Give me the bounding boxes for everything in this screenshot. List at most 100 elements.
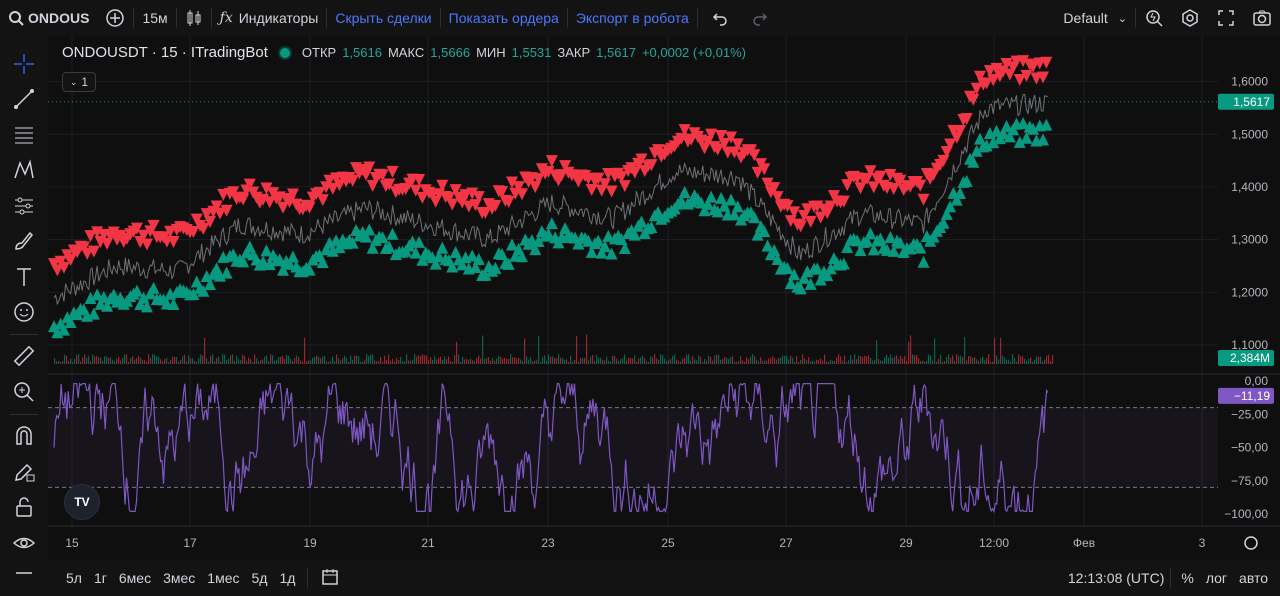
emoji-tool[interactable] xyxy=(6,294,42,329)
volume-bar xyxy=(300,360,302,364)
range-button[interactable]: 5д xyxy=(245,570,273,586)
volume-bar xyxy=(446,359,448,364)
volume-bar xyxy=(530,357,532,364)
volume-bar xyxy=(538,336,540,364)
volume-bar xyxy=(500,356,502,364)
range-button[interactable]: 3мес xyxy=(157,570,201,586)
volume-bar xyxy=(240,359,242,364)
brush-tool[interactable] xyxy=(6,223,42,258)
hide-trades-button[interactable]: Скрыть сделки xyxy=(327,0,439,36)
snapshot-button[interactable] xyxy=(1244,0,1280,36)
volume-bar xyxy=(164,359,166,364)
visibility-tool[interactable] xyxy=(6,525,42,560)
crosshair-tool[interactable] xyxy=(6,46,42,81)
volume-bar xyxy=(344,355,346,364)
range-button[interactable]: 1г xyxy=(88,570,113,586)
buy-marker xyxy=(725,193,738,206)
volume-bar xyxy=(248,357,250,364)
volume-bar xyxy=(128,361,130,364)
zoom-tool[interactable] xyxy=(6,374,42,409)
buy-marker xyxy=(436,241,449,254)
fullscreen-icon xyxy=(1218,10,1234,26)
volume-bar xyxy=(258,361,260,364)
tradingview-logo[interactable]: TV xyxy=(64,484,100,520)
lock-tool[interactable] xyxy=(6,490,42,525)
interval-button[interactable]: 15м xyxy=(134,0,175,36)
volume-bar xyxy=(1000,337,1002,364)
volume-bar xyxy=(502,358,504,364)
volume-bar xyxy=(874,359,876,364)
volume-bar xyxy=(98,357,100,364)
volume-bar xyxy=(374,360,376,364)
export-button[interactable]: Экспорт в робота xyxy=(568,0,697,36)
volume-bar xyxy=(62,361,64,364)
time-tick-label: 21 xyxy=(421,536,435,550)
layout-button[interactable]: Default ⌄ xyxy=(1055,0,1135,36)
trendline-tool[interactable] xyxy=(6,81,42,116)
volume-bar xyxy=(604,360,606,364)
volume-bar xyxy=(434,356,436,364)
indicators-button[interactable]: ƒx Индикаторы xyxy=(212,0,327,36)
compare-button[interactable] xyxy=(97,0,133,36)
volume-bar xyxy=(684,357,686,364)
time-tick-label: 17 xyxy=(183,536,197,550)
fullscreen-button[interactable] xyxy=(1208,0,1244,36)
price-chart[interactable]: 1,6000 1,5000 1,4000 1,3000 1,2000 1,1000 0,00… xyxy=(48,36,1280,560)
low-label: МИН xyxy=(476,45,506,60)
date-range-button[interactable] xyxy=(314,567,346,590)
volume-bar xyxy=(714,355,716,364)
volume-bar xyxy=(872,360,874,364)
volume-bar xyxy=(302,361,304,364)
volume-bar xyxy=(930,355,932,364)
volume-bar xyxy=(790,355,792,364)
volume-bar xyxy=(996,355,998,364)
volume-bar xyxy=(904,356,906,364)
delete-tool[interactable] xyxy=(6,561,42,596)
volume-bar xyxy=(282,355,284,364)
range-button[interactable]: 5л xyxy=(60,570,88,586)
redo-button[interactable] xyxy=(742,0,778,36)
magnet-tool[interactable] xyxy=(6,419,42,454)
settings-button[interactable] xyxy=(1172,0,1208,36)
volume-bar xyxy=(134,359,136,364)
volume-bar xyxy=(640,357,642,364)
range-button[interactable]: 1мес xyxy=(201,570,245,586)
volume-bar xyxy=(1028,358,1030,364)
volume-bar xyxy=(66,355,68,364)
volume-bar xyxy=(104,356,106,364)
sell-marker xyxy=(605,185,618,198)
chart-pane[interactable]: 1,6000 1,5000 1,4000 1,3000 1,2000 1,1000 0,00… xyxy=(48,36,1280,560)
edit-lock-tool[interactable] xyxy=(6,454,42,489)
forecast-tool[interactable] xyxy=(6,188,42,223)
show-orders-button[interactable]: Показать ордера xyxy=(441,0,567,36)
fib-tool[interactable] xyxy=(6,117,42,152)
range-button[interactable]: 6мес xyxy=(113,570,157,586)
volume-bar xyxy=(480,358,482,364)
volume-bar xyxy=(306,361,308,364)
range-button[interactable]: 1д xyxy=(273,570,301,586)
text-tool[interactable] xyxy=(6,259,42,294)
legend-title[interactable]: ONDOUSDT · 15 · ITradingBot xyxy=(62,44,268,61)
volume-bar xyxy=(312,357,314,364)
undo-button[interactable] xyxy=(698,0,742,36)
volume-bar xyxy=(198,358,200,364)
ruler-tool[interactable] xyxy=(6,339,42,374)
volume-bar xyxy=(490,360,492,364)
quick-search-button[interactable] xyxy=(1136,0,1172,36)
magnet-icon xyxy=(16,426,32,446)
clock[interactable]: 12:13:08 (UTC) xyxy=(1062,570,1170,586)
volume-bar xyxy=(246,360,248,364)
chart-type-button[interactable] xyxy=(177,0,211,36)
volume-bar xyxy=(394,361,396,364)
volume-bar xyxy=(360,361,362,364)
candles-icon xyxy=(187,10,201,26)
volume-bar xyxy=(166,357,168,364)
pattern-tool[interactable] xyxy=(6,152,42,187)
percent-toggle[interactable]: % xyxy=(1171,570,1199,586)
auto-toggle[interactable]: авто xyxy=(1233,570,1280,586)
trendline-icon xyxy=(14,89,34,110)
volume-bar xyxy=(222,354,224,364)
symbol-search[interactable]: ONDOUS xyxy=(0,0,97,36)
indicators-collapse-button[interactable]: ⌄ 1 xyxy=(62,72,96,92)
log-toggle[interactable]: лог xyxy=(1200,570,1233,586)
